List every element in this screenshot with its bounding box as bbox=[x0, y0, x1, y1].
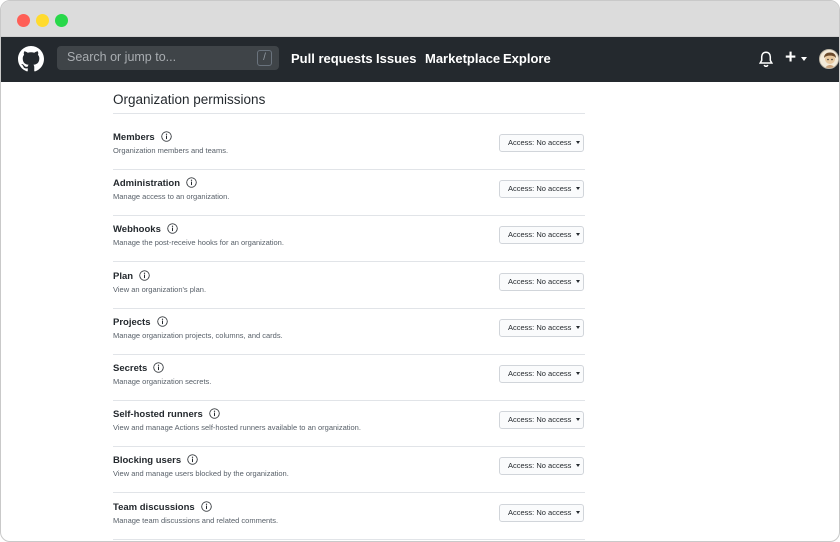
caret-down-icon bbox=[576, 510, 581, 514]
permission-description: View and manage Actions self-hosted runn… bbox=[113, 423, 361, 433]
caret-down-icon bbox=[576, 279, 581, 283]
permission-description: View and manage users blocked by the org… bbox=[113, 469, 289, 479]
permission-row-projects: Projects Manage organization projects, c… bbox=[113, 309, 585, 355]
access-prefix: Access: bbox=[508, 230, 535, 240]
search-input[interactable]: Search or jump to... / bbox=[57, 46, 279, 70]
permission-row-members: Members Organization members and teams. … bbox=[113, 124, 585, 170]
permission-row-blocking-users: Blocking users View and manage users blo… bbox=[113, 447, 585, 494]
close-window-button[interactable] bbox=[17, 14, 30, 27]
permission-name: Webhooks bbox=[113, 224, 161, 236]
permission-name: Team discussions bbox=[113, 501, 195, 513]
permission-name: Projects bbox=[113, 316, 151, 328]
access-dropdown[interactable]: Access: No access bbox=[499, 503, 584, 522]
info-icon[interactable] bbox=[201, 500, 212, 512]
caret-down-icon bbox=[576, 464, 581, 468]
access-dropdown[interactable]: Access: No access bbox=[499, 180, 584, 199]
access-prefix: Access: bbox=[508, 415, 535, 425]
permission-row-self-hosted-runners: Self-hosted runners View and manage Acti… bbox=[113, 401, 585, 448]
permission-name: Blocking users bbox=[113, 455, 182, 467]
github-logo-icon[interactable] bbox=[18, 46, 44, 72]
access-prefix: Access: bbox=[508, 507, 535, 517]
info-icon[interactable] bbox=[139, 269, 150, 281]
info-icon[interactable] bbox=[209, 408, 220, 419]
permission-name: Secrets bbox=[113, 363, 148, 374]
permission-row-secrets: Secrets Manage organization secrets. Acc… bbox=[113, 355, 585, 401]
nav-link-pull-requests[interactable]: Pull requests bbox=[291, 51, 373, 66]
caret-down-icon bbox=[801, 57, 807, 61]
permission-description: Organization members and teams. bbox=[113, 146, 229, 155]
permission-row-administration: Administration Manage access to an organ… bbox=[113, 170, 585, 217]
access-prefix: Access: bbox=[508, 276, 535, 286]
permission-description: View an organization's plan. bbox=[113, 284, 207, 294]
new-menu-button[interactable]: + bbox=[785, 48, 796, 67]
access-prefix: Access: bbox=[508, 184, 535, 194]
caret-down-icon bbox=[576, 141, 581, 144]
access-value: No access bbox=[536, 369, 572, 378]
nav-link-issues[interactable]: Issues bbox=[376, 51, 416, 66]
search-placeholder: Search or jump to... bbox=[67, 50, 177, 64]
access-value: No access bbox=[536, 276, 572, 286]
caret-down-icon bbox=[576, 187, 581, 191]
permission-row-webhooks: Webhooks Manage the post-receive hooks f… bbox=[113, 216, 585, 263]
access-dropdown[interactable]: Access: No access bbox=[499, 318, 584, 337]
access-dropdown[interactable]: Access: No access bbox=[499, 134, 584, 152]
avatar[interactable] bbox=[819, 49, 839, 69]
maximize-window-button[interactable] bbox=[55, 14, 68, 27]
permission-description: Manage access to an organization. bbox=[113, 192, 230, 202]
avatar-image bbox=[820, 50, 838, 68]
access-prefix: Access: bbox=[508, 369, 535, 378]
nav-link-explore[interactable]: Explore bbox=[503, 51, 551, 66]
minimize-window-button[interactable] bbox=[36, 14, 49, 27]
access-value: No access bbox=[536, 322, 572, 332]
access-value: No access bbox=[536, 184, 572, 194]
access-value: No access bbox=[536, 507, 572, 517]
info-icon[interactable] bbox=[157, 316, 168, 327]
permission-description: Manage team discussions and related comm… bbox=[113, 515, 279, 525]
info-icon[interactable] bbox=[187, 454, 198, 466]
access-value: No access bbox=[536, 415, 572, 425]
access-dropdown[interactable]: Access: No access bbox=[499, 457, 584, 476]
top-navbar: Search or jump to... / Pull requests Iss… bbox=[1, 37, 839, 82]
permission-description: Manage organization secrets. bbox=[113, 377, 212, 386]
caret-down-icon bbox=[576, 418, 581, 422]
row-divider bbox=[113, 538, 585, 540]
access-dropdown[interactable]: Access: No access bbox=[499, 226, 584, 245]
permission-description: Manage the post-receive hooks for an org… bbox=[113, 238, 284, 248]
caret-down-icon bbox=[576, 372, 581, 375]
access-dropdown[interactable]: Access: No access bbox=[499, 365, 584, 383]
permission-name: Members bbox=[113, 132, 155, 143]
nav-link-marketplace[interactable]: Marketplace bbox=[425, 51, 500, 66]
caret-down-icon bbox=[576, 325, 581, 329]
access-prefix: Access: bbox=[508, 322, 535, 332]
permission-name: Self-hosted runners bbox=[113, 409, 203, 421]
browser-window: Search or jump to... / Pull requests Iss… bbox=[0, 0, 840, 542]
access-value: No access bbox=[536, 230, 572, 240]
search-shortcut-key: / bbox=[257, 50, 272, 66]
info-icon[interactable] bbox=[161, 131, 172, 142]
info-icon[interactable] bbox=[153, 362, 164, 373]
permission-row-team-discussions: Team discussions Manage team discussions… bbox=[113, 494, 585, 540]
info-icon[interactable] bbox=[186, 177, 197, 188]
access-dropdown[interactable]: Access: No access bbox=[499, 272, 584, 291]
permission-name: Plan bbox=[113, 270, 134, 282]
permission-description: Manage organization projects, columns, a… bbox=[113, 330, 283, 340]
section-divider bbox=[113, 113, 585, 114]
access-prefix: Access: bbox=[508, 138, 535, 147]
window-titlebar bbox=[1, 1, 839, 37]
bell-icon[interactable] bbox=[758, 50, 774, 68]
access-value: No access bbox=[536, 138, 572, 147]
permission-name: Administration bbox=[113, 178, 181, 190]
permission-row-plan: Plan View an organization's plan. Access… bbox=[113, 263, 585, 309]
section-title: Organization permissions bbox=[113, 92, 266, 107]
info-icon[interactable] bbox=[167, 223, 178, 235]
caret-down-icon bbox=[576, 233, 581, 237]
access-prefix: Access: bbox=[508, 461, 535, 471]
access-value: No access bbox=[536, 461, 572, 471]
access-dropdown[interactable]: Access: No access bbox=[499, 411, 584, 430]
